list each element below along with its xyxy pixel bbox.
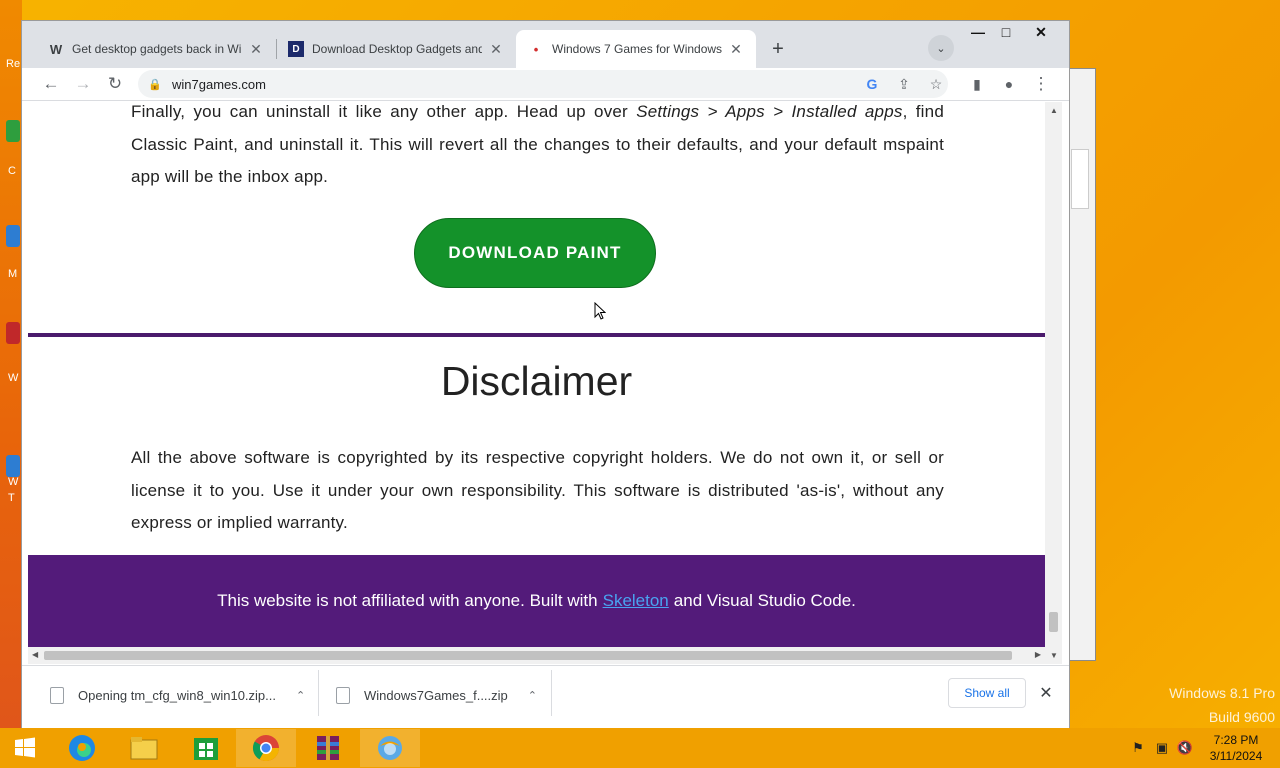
tab-title: Download Desktop Gadgets and: [312, 42, 482, 56]
taskbar-winrar[interactable]: [298, 729, 358, 767]
download-item[interactable]: Opening tm_cfg_win8_win10.zip... ⌃: [50, 680, 305, 710]
disclaimer-heading: Disclaimer: [440, 358, 633, 404]
edge-icon: [69, 735, 95, 761]
desktop-icon-label: C: [8, 165, 16, 177]
desktop-icon-label: W: [8, 476, 19, 488]
desktop-icon-label: Re: [6, 58, 21, 70]
scrollbar-thumb[interactable]: [1049, 612, 1058, 632]
tab-title: Windows 7 Games for Windows: [552, 42, 722, 56]
maximize-button[interactable]: □: [991, 21, 1021, 43]
scroll-right-arrow-icon[interactable]: ▶: [1035, 650, 1041, 659]
scroll-left-arrow-icon[interactable]: ◀: [32, 650, 38, 659]
desktop-app-icon[interactable]: [6, 455, 20, 477]
taskbar-browser[interactable]: [360, 729, 420, 767]
tab-close-icon[interactable]: ✕: [728, 41, 744, 58]
bookmark-star-icon[interactable]: ☆: [922, 70, 950, 98]
taskbar-edge[interactable]: [52, 729, 112, 767]
windows-edition-watermark: Windows 8.1 Pro: [1169, 685, 1275, 701]
tab-desktop-gadgets[interactable]: W Get desktop gadgets back in Wi ✕: [36, 30, 276, 68]
desktop-app-icon[interactable]: [6, 225, 20, 247]
close-window-button[interactable]: ✕: [1026, 21, 1056, 43]
share-icon[interactable]: ⇪: [890, 70, 918, 98]
tab-search-button[interactable]: ⌄: [928, 35, 954, 61]
site-favicon-icon: D: [288, 41, 304, 57]
wikipedia-favicon-icon: W: [49, 41, 63, 57]
download-paint-button[interactable]: DOWNLOAD PAINT: [414, 218, 656, 288]
tab-download-gadgets[interactable]: D Download Desktop Gadgets and ✕: [276, 30, 516, 68]
mouse-cursor-icon: [594, 302, 606, 320]
tab-title: Get desktop gadgets back in Wi: [72, 42, 242, 56]
url-text[interactable]: win7games.com: [172, 77, 266, 92]
system-clock[interactable]: 7:28 PM 3/11/2024: [1200, 732, 1272, 764]
browser-toolbar: ← → ↻ 🔒 win7games.com G ⇪ ☆ ▮ ● ⋮: [22, 68, 1069, 101]
horizontal-scrollbar[interactable]: ◀ ▶: [28, 647, 1045, 664]
download-item[interactable]: Windows7Games_f....zip ⌃: [336, 680, 537, 710]
google-lens-icon[interactable]: G: [858, 70, 886, 98]
windows-build-watermark: Build 9600: [1208, 709, 1275, 725]
taskbar-chrome[interactable]: [236, 729, 296, 767]
section-divider: [28, 333, 1045, 337]
footer-text: This website is not affiliated with anyo…: [217, 591, 598, 610]
chrome-menu-icon[interactable]: ⋮: [1026, 70, 1056, 98]
close-shelf-icon[interactable]: ✕: [1036, 681, 1056, 705]
start-button[interactable]: [0, 729, 50, 767]
network-icon[interactable]: ▣: [1154, 740, 1170, 756]
new-tab-button[interactable]: +: [764, 35, 792, 63]
taskbar-store[interactable]: [176, 729, 236, 767]
download-filename: Opening tm_cfg_win8_win10.zip...: [78, 687, 277, 703]
chrome-window: W Get desktop gadgets back in Wi ✕ D Dow…: [21, 20, 1070, 729]
win7games-favicon-icon: •: [533, 41, 539, 57]
scroll-down-arrow-icon[interactable]: ▼: [1050, 651, 1058, 660]
windows-logo-icon: [15, 737, 35, 758]
taskbar-file-explorer[interactable]: [114, 729, 174, 767]
lock-icon[interactable]: 🔒: [138, 78, 172, 91]
uninstall-paragraph: Finally, you can uninstall it like any o…: [131, 102, 944, 194]
action-center-flag-icon[interactable]: ⚑: [1130, 740, 1146, 756]
chevron-up-icon[interactable]: ⌃: [528, 689, 537, 702]
address-bar[interactable]: 🔒 win7games.com G ⇪ ☆: [138, 70, 948, 98]
store-icon: [194, 738, 218, 760]
paragraph-text: Finally, you can uninstall it like any o…: [131, 102, 637, 121]
file-icon: [50, 686, 64, 704]
footer-text: and Visual Studio Code.: [673, 591, 856, 610]
web-page-content: Finally, you can uninstall it like any o…: [28, 102, 1045, 647]
winrar-icon: [317, 736, 339, 760]
taskbar: ⚑ ▣ 🔇 7:28 PM 3/11/2024: [0, 728, 1280, 768]
tab-close-icon[interactable]: ✕: [248, 41, 264, 58]
folder-icon: [130, 737, 158, 760]
skeleton-link[interactable]: Skeleton: [603, 591, 669, 611]
site-footer: This website is not affiliated with anyo…: [28, 555, 1045, 647]
tab-close-icon[interactable]: ✕: [488, 41, 504, 58]
scroll-up-arrow-icon[interactable]: ▲: [1050, 106, 1058, 115]
show-all-downloads-button[interactable]: Show all: [948, 678, 1026, 708]
tab-windows7-games[interactable]: • Windows 7 Games for Windows ✕: [516, 30, 756, 68]
reload-button[interactable]: ↻: [100, 70, 130, 98]
disclaimer-paragraph: All the above software is copyrighted by…: [131, 448, 944, 532]
browser-globe-icon: [378, 736, 402, 760]
desktop-left-edge: Re C M W W T: [0, 0, 22, 728]
chrome-icon: [252, 735, 280, 762]
volume-muted-icon[interactable]: 🔇: [1177, 740, 1193, 756]
side-panel-icon[interactable]: ▮: [962, 70, 992, 98]
download-filename: Windows7Games_f....zip: [364, 687, 508, 703]
profile-avatar-icon[interactable]: ●: [994, 70, 1024, 98]
desktop-app-icon[interactable]: [6, 120, 20, 142]
settings-path-text: Settings > Apps > Installed apps: [636, 102, 903, 121]
chevron-up-icon[interactable]: ⌃: [296, 689, 305, 702]
back-button[interactable]: ←: [36, 70, 66, 98]
file-icon: [336, 686, 350, 704]
desktop-icon-label: M: [8, 268, 18, 280]
minimize-button[interactable]: —: [963, 21, 993, 43]
download-shelf: Opening tm_cfg_win8_win10.zip... ⌃ Windo…: [22, 665, 1069, 729]
tab-strip: W Get desktop gadgets back in Wi ✕ D Dow…: [22, 21, 1069, 68]
scrollbar-thumb[interactable]: [44, 651, 1012, 660]
desktop-icon-label: T: [8, 492, 15, 504]
forward-button[interactable]: →: [68, 70, 98, 98]
desktop-app-icon[interactable]: [6, 322, 20, 344]
clock-date: 3/11/2024: [1209, 749, 1263, 763]
clock-time: 7:28 PM: [1213, 733, 1259, 747]
desktop-icon-label: W: [8, 372, 19, 384]
vertical-scrollbar[interactable]: ▲ ▼: [1045, 102, 1062, 664]
